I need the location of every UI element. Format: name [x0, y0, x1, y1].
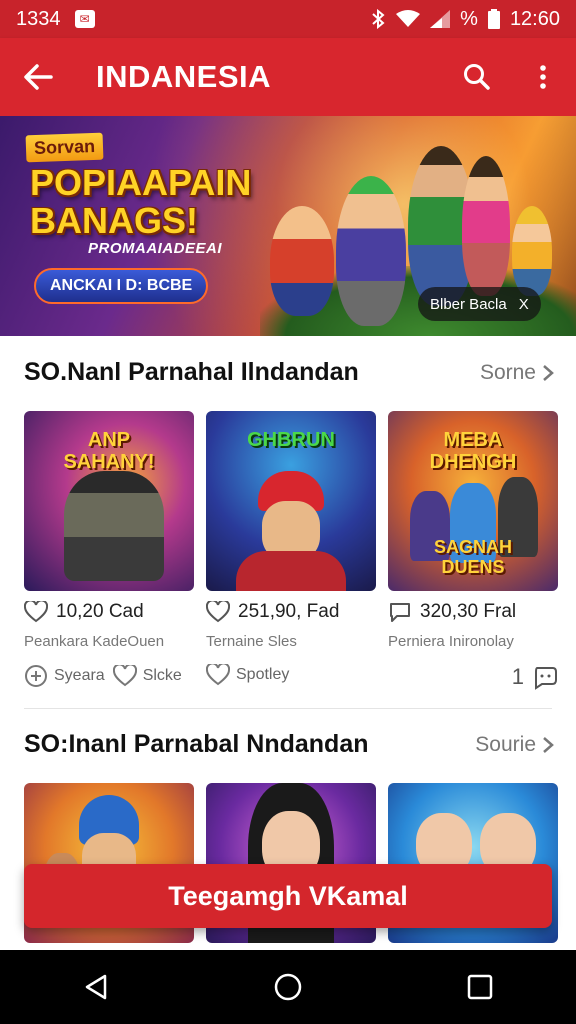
card-stat-value: 320,30 Fral	[420, 601, 517, 622]
card-meta-item[interactable]: Syeara	[24, 664, 105, 688]
back-triangle-icon[interactable]	[56, 950, 136, 1024]
more-vert-icon[interactable]	[510, 38, 576, 116]
card-row: ANP SAHANY! 10,20 Cad Peankara KadeOuen …	[24, 411, 558, 690]
card-meta: 1	[388, 664, 558, 690]
close-icon[interactable]: X	[519, 296, 529, 313]
banner-chip[interactable]: Blber Bacla X	[418, 287, 541, 321]
card-stat: 10,20 Cad	[24, 601, 194, 623]
banner-subheadline: PROMAAIADEEAI	[88, 240, 223, 257]
card-thumb-subtitle: SAGNAH DUENS	[433, 537, 512, 577]
battery-label: %	[460, 7, 478, 30]
heart-icon	[112, 665, 137, 687]
game-card[interactable]: ANP SAHANY! 10,20 Cad Peankara KadeOuen …	[24, 411, 194, 690]
card-stat-value: 251,90, Fad	[238, 601, 340, 622]
comment-icon[interactable]	[388, 601, 412, 623]
chevron-right-icon	[543, 364, 554, 381]
page-title: INDANESIA	[96, 59, 272, 94]
card-subtitle: Peankara KadeOuen	[24, 633, 165, 650]
see-more-link[interactable]: Sourie	[475, 733, 554, 757]
card-stat-value: 10,20 Cad	[56, 601, 144, 622]
card-stat: 320,30 Fral	[388, 601, 558, 623]
banner-cta-button[interactable]: ANCKAI I D: BCBE	[34, 268, 209, 304]
plus-circle-icon	[25, 665, 47, 687]
banner-chip-label: Blber Bacla	[430, 295, 507, 313]
card-thumb-title: GHBRUN	[247, 429, 335, 451]
heart-icon[interactable]	[24, 601, 48, 623]
banner-headline: POPIAAPAIN BANAGS!	[30, 162, 252, 241]
wifi-icon	[396, 10, 421, 28]
card-meta-label: Syeara	[54, 667, 105, 684]
section-divider	[24, 708, 552, 709]
system-nav-bar	[0, 950, 576, 1024]
card-thumb-title: ANP SAHANY!	[63, 429, 155, 473]
section-header: SO.Nanl Parnahal Ilndandan Sorne	[24, 358, 554, 387]
game-card[interactable]: MEBA DHENGH SAGNAH DUENS 320,30 Fral Per…	[388, 411, 558, 690]
card-meta: Spotley	[206, 664, 376, 686]
card-subtitle: Ternaine Sles	[206, 633, 297, 650]
heart-icon	[206, 664, 230, 686]
card-thumb-title: MEBA DHENGH	[429, 429, 517, 473]
see-more-label: Sorne	[479, 360, 536, 384]
home-circle-icon[interactable]	[248, 950, 328, 1024]
bluetooth-icon	[370, 9, 386, 29]
card-meta-label: Slcke	[142, 667, 182, 684]
card-thumbnail[interactable]: GHBRUN	[206, 411, 376, 591]
status-bar: 1334 ✉ % 12:60	[0, 0, 576, 38]
card-thumbnail[interactable]: ANP SAHANY!	[24, 411, 194, 591]
section-title: SO:Inanl Parnabal Nndandan	[24, 730, 369, 758]
card-meta-label: Spotley	[236, 666, 290, 683]
promo-banner[interactable]: Sorvan POPIAAPAIN BANAGS! PROMAAIADEEAI …	[0, 116, 576, 336]
app-bar: INDANESIA	[0, 38, 576, 116]
section-title: SO.Nanl Parnahal Ilndandan	[24, 358, 359, 386]
card-stat: 251,90, Fad	[206, 601, 376, 623]
chat-face-icon[interactable]	[532, 664, 558, 690]
status-time: 12:60	[509, 7, 560, 30]
card-thumbnail[interactable]: MEBA DHENGH SAGNAH DUENS	[388, 411, 558, 591]
message-icon: ✉	[74, 10, 95, 28]
card-meta-item[interactable]: Spotley	[206, 664, 289, 686]
search-icon[interactable]	[444, 38, 510, 116]
heart-icon[interactable]	[206, 601, 230, 623]
chevron-right-icon	[543, 736, 554, 753]
status-left-text: 1334	[16, 7, 61, 30]
card-meta: Syeara Slcke	[24, 664, 194, 688]
section-header: SO:Inanl Parnabal Nndandan Sourie	[24, 730, 554, 759]
primary-action-button[interactable]: Teegamgh VKamal	[24, 864, 552, 928]
card-subtitle: Perniera Inironolay	[388, 633, 514, 650]
recents-square-icon[interactable]	[440, 950, 520, 1024]
see-more-link[interactable]: Sorne	[480, 361, 554, 385]
signal-icon	[430, 10, 451, 28]
card-meta-item[interactable]: Slcke	[112, 665, 182, 687]
card-meta-count: 1	[511, 664, 524, 689]
back-arrow-icon[interactable]	[0, 38, 76, 116]
game-card[interactable]: GHBRUN 251,90, Fad Ternaine Sles Spotley	[206, 411, 376, 690]
battery-icon	[487, 9, 500, 29]
see-more-label: Sourie	[475, 732, 536, 756]
banner-tag: Sorvan	[25, 132, 104, 163]
